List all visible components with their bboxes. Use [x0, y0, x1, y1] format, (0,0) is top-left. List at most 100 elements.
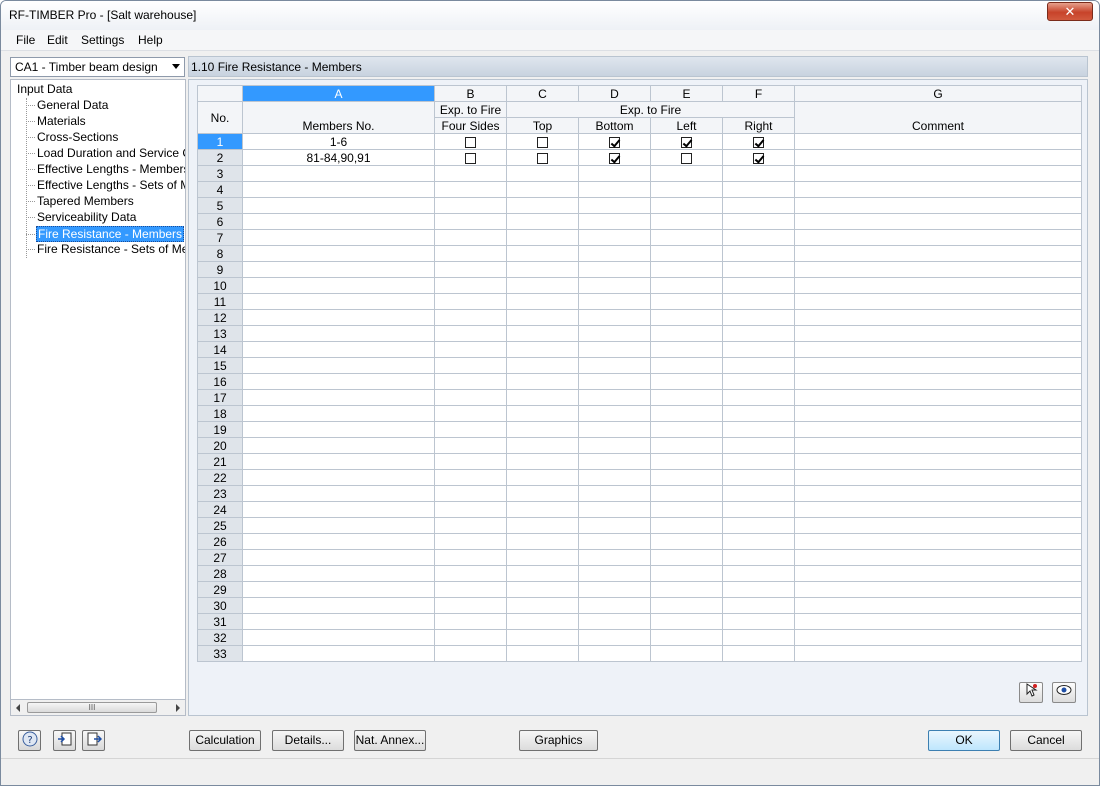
- empty-cell[interactable]: [506, 389, 579, 406]
- empty-cell[interactable]: [794, 261, 1082, 278]
- empty-cell[interactable]: [434, 197, 507, 214]
- empty-cell[interactable]: [650, 357, 723, 374]
- empty-cell[interactable]: [794, 325, 1082, 342]
- row-number[interactable]: 14: [197, 341, 243, 358]
- empty-cell[interactable]: [650, 341, 723, 358]
- checkbox-right[interactable]: [753, 136, 764, 148]
- empty-cell[interactable]: [722, 453, 795, 470]
- empty-cell[interactable]: [242, 629, 435, 646]
- empty-cell[interactable]: [434, 469, 507, 486]
- export-button[interactable]: [82, 730, 105, 751]
- menu-file[interactable]: File: [16, 33, 35, 47]
- menu-settings[interactable]: Settings: [81, 33, 124, 47]
- empty-cell[interactable]: [434, 613, 507, 630]
- empty-cell[interactable]: [434, 629, 507, 646]
- empty-cell[interactable]: [650, 405, 723, 422]
- checkbox-top[interactable]: [537, 152, 548, 164]
- column-letter-c[interactable]: C: [506, 85, 579, 102]
- column-letter-a[interactable]: A: [242, 85, 435, 102]
- row-number[interactable]: 28: [197, 565, 243, 582]
- column-letter-e[interactable]: E: [650, 85, 723, 102]
- row-number[interactable]: 20: [197, 437, 243, 454]
- checkbox-bottom[interactable]: [609, 136, 620, 148]
- tree-root-input-data[interactable]: Input Data: [17, 82, 72, 96]
- scroll-right-icon[interactable]: [176, 704, 180, 712]
- empty-cell[interactable]: [650, 389, 723, 406]
- empty-cell[interactable]: [578, 229, 651, 246]
- empty-cell[interactable]: [650, 565, 723, 582]
- empty-cell[interactable]: [650, 549, 723, 566]
- empty-cell[interactable]: [506, 357, 579, 374]
- empty-cell[interactable]: [434, 229, 507, 246]
- empty-cell[interactable]: [650, 277, 723, 294]
- row-number[interactable]: 8: [197, 245, 243, 262]
- empty-cell[interactable]: [506, 229, 579, 246]
- empty-cell[interactable]: [506, 181, 579, 198]
- empty-cell[interactable]: [434, 165, 507, 182]
- empty-cell[interactable]: [722, 565, 795, 582]
- empty-cell[interactable]: [794, 597, 1082, 614]
- empty-cell[interactable]: [242, 309, 435, 326]
- empty-cell[interactable]: [242, 453, 435, 470]
- tree-item[interactable]: Serviceability Data: [26, 210, 137, 226]
- empty-cell[interactable]: [578, 629, 651, 646]
- empty-cell[interactable]: [794, 165, 1082, 182]
- empty-cell[interactable]: [242, 469, 435, 486]
- empty-cell[interactable]: [434, 581, 507, 598]
- nat-annex-button[interactable]: Nat. Annex...: [354, 730, 426, 751]
- tree-item[interactable]: Effective Lengths - Sets of Mem: [26, 178, 185, 194]
- empty-cell[interactable]: [794, 549, 1082, 566]
- row-number[interactable]: 6: [197, 213, 243, 230]
- empty-cell[interactable]: [242, 293, 435, 310]
- empty-cell[interactable]: [242, 165, 435, 182]
- empty-cell[interactable]: [794, 485, 1082, 502]
- empty-cell[interactable]: [722, 469, 795, 486]
- empty-cell[interactable]: [794, 277, 1082, 294]
- empty-cell[interactable]: [650, 213, 723, 230]
- row-number[interactable]: 31: [197, 613, 243, 630]
- row-number[interactable]: 10: [197, 277, 243, 294]
- empty-cell[interactable]: [722, 373, 795, 390]
- empty-cell[interactable]: [650, 581, 723, 598]
- empty-cell[interactable]: [794, 645, 1082, 662]
- row-number[interactable]: 11: [197, 293, 243, 310]
- details-button[interactable]: Details...: [272, 730, 344, 751]
- empty-cell[interactable]: [242, 197, 435, 214]
- row-number[interactable]: 17: [197, 389, 243, 406]
- tree-item[interactable]: Fire Resistance - Members: [26, 226, 185, 242]
- empty-cell[interactable]: [434, 277, 507, 294]
- empty-cell[interactable]: [722, 213, 795, 230]
- empty-cell[interactable]: [242, 485, 435, 502]
- row-number[interactable]: 2: [197, 149, 243, 166]
- empty-cell[interactable]: [434, 437, 507, 454]
- empty-cell[interactable]: [578, 357, 651, 374]
- empty-cell[interactable]: [650, 485, 723, 502]
- empty-cell[interactable]: [434, 517, 507, 534]
- empty-cell[interactable]: [578, 181, 651, 198]
- empty-cell[interactable]: [506, 165, 579, 182]
- empty-cell[interactable]: [506, 581, 579, 598]
- cancel-button[interactable]: Cancel: [1010, 730, 1082, 751]
- empty-cell[interactable]: [722, 389, 795, 406]
- empty-cell[interactable]: [722, 549, 795, 566]
- tree-item[interactable]: General Data: [26, 98, 109, 114]
- comment-cell[interactable]: [794, 133, 1082, 150]
- empty-cell[interactable]: [650, 517, 723, 534]
- row-number[interactable]: 9: [197, 261, 243, 278]
- empty-cell[interactable]: [434, 181, 507, 198]
- empty-cell[interactable]: [578, 613, 651, 630]
- empty-cell[interactable]: [578, 469, 651, 486]
- empty-cell[interactable]: [578, 597, 651, 614]
- empty-cell[interactable]: [650, 245, 723, 262]
- empty-cell[interactable]: [506, 293, 579, 310]
- empty-cell[interactable]: [794, 437, 1082, 454]
- row-number[interactable]: 4: [197, 181, 243, 198]
- row-number[interactable]: 24: [197, 501, 243, 518]
- empty-cell[interactable]: [506, 645, 579, 662]
- empty-cell[interactable]: [578, 517, 651, 534]
- comment-cell[interactable]: [794, 149, 1082, 166]
- empty-cell[interactable]: [506, 341, 579, 358]
- empty-cell[interactable]: [242, 213, 435, 230]
- empty-cell[interactable]: [506, 549, 579, 566]
- empty-cell[interactable]: [242, 341, 435, 358]
